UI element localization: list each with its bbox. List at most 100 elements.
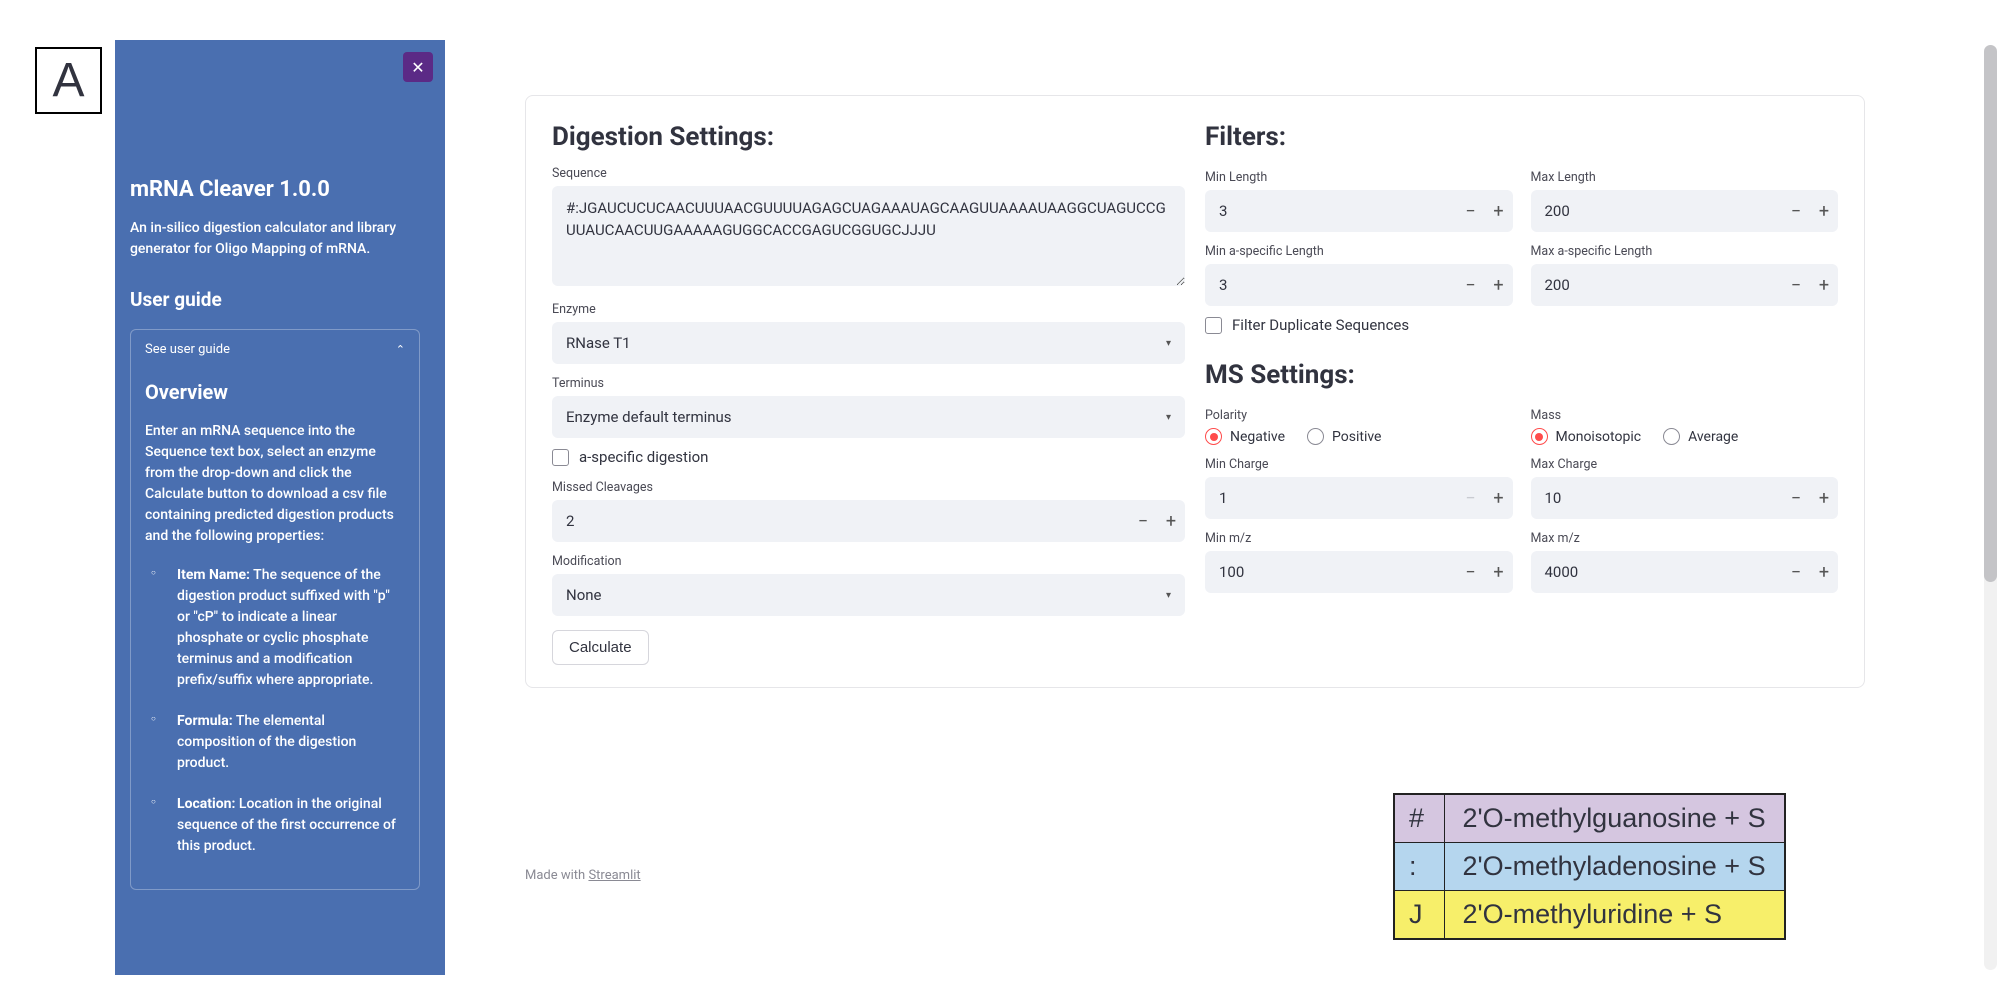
chevron-down-icon: ▾ [1166, 590, 1171, 601]
expander-label: See user guide [145, 342, 230, 357]
item-term: Item Name: [177, 567, 250, 583]
legend-symbol: : [1394, 843, 1444, 891]
plus-icon[interactable]: + [1157, 511, 1185, 532]
mass-mono-label: Monoisotopic [1556, 429, 1642, 445]
userguide-expander-toggle[interactable]: See user guide ⌃ [145, 342, 405, 357]
list-item: Formula: The elemental composition of th… [151, 711, 405, 774]
polarity-positive-radio[interactable]: Positive [1307, 428, 1381, 445]
sidebar-close-button[interactable]: ✕ [403, 52, 433, 82]
plus-icon[interactable]: + [1810, 488, 1838, 509]
min-aspecific-value: 3 [1205, 276, 1457, 294]
min-mz-stepper[interactable]: 100 − + [1205, 551, 1513, 593]
mass-mono-radio[interactable]: Monoisotopic [1531, 428, 1642, 445]
minus-icon[interactable]: − [1782, 201, 1810, 222]
plus-icon[interactable]: + [1485, 275, 1513, 296]
minus-icon: − [1457, 488, 1485, 509]
scrollbar-track[interactable] [1984, 45, 1997, 970]
minus-icon[interactable]: − [1782, 488, 1810, 509]
minus-icon[interactable]: − [1129, 511, 1157, 532]
digestion-heading: Digestion Settings: [552, 122, 1185, 152]
item-desc: The sequence of the digestion product su… [177, 567, 390, 688]
chevron-up-icon: ⌃ [396, 343, 405, 356]
filters-ms-column: Filters: Min Length 3 − + Max Length 200… [1205, 122, 1838, 665]
table-row: :2'O-methyladenosine + S [1394, 843, 1785, 891]
minus-icon[interactable]: − [1782, 275, 1810, 296]
max-aspecific-label: Max a-specific Length [1531, 244, 1839, 259]
max-aspecific-value: 200 [1531, 276, 1783, 294]
streamlit-link[interactable]: Streamlit [588, 868, 640, 883]
legend-text: 2'O-methylguanosine + S [1444, 794, 1785, 843]
radio-dot-icon [1663, 428, 1680, 445]
min-charge-label: Min Charge [1205, 457, 1513, 472]
table-row: J2'O-methyluridine + S [1394, 891, 1785, 940]
minus-icon[interactable]: − [1457, 562, 1485, 583]
legend-symbol: # [1394, 794, 1444, 843]
sequence-input[interactable] [552, 186, 1185, 286]
userguide-body: Overview Enter an mRNA sequence into the… [145, 377, 405, 857]
calculate-button[interactable]: Calculate [552, 630, 649, 665]
footer-text: Made with [525, 868, 588, 883]
legend-text: 2'O-methyluridine + S [1444, 891, 1785, 940]
app-subtitle: An in-silico digestion calculator and li… [130, 218, 420, 260]
max-length-stepper[interactable]: 200 − + [1531, 190, 1839, 232]
radio-dot-icon [1205, 428, 1222, 445]
polarity-negative-radio[interactable]: Negative [1205, 428, 1285, 445]
enzyme-select[interactable]: RNase T1 ▾ [552, 322, 1185, 364]
filter-duplicates-label: Filter Duplicate Sequences [1232, 316, 1409, 334]
enzyme-label: Enzyme [552, 302, 1185, 317]
legend-symbol: J [1394, 891, 1444, 940]
mass-avg-label: Average [1688, 429, 1738, 445]
plus-icon[interactable]: + [1810, 275, 1838, 296]
close-icon: ✕ [411, 58, 424, 77]
max-mz-label: Max m/z [1531, 531, 1839, 546]
mass-label: Mass [1531, 408, 1839, 423]
max-mz-value: 4000 [1531, 563, 1783, 581]
aspecific-label: a-specific digestion [579, 448, 708, 466]
max-mz-stepper[interactable]: 4000 − + [1531, 551, 1839, 593]
polarity-label: Polarity [1205, 408, 1513, 423]
chevron-down-icon: ▾ [1166, 338, 1171, 349]
terminus-select[interactable]: Enzyme default terminus ▾ [552, 396, 1185, 438]
plus-icon[interactable]: + [1485, 562, 1513, 583]
polarity-neg-label: Negative [1230, 429, 1285, 445]
overview-heading: Overview [145, 377, 405, 407]
plus-icon[interactable]: + [1810, 201, 1838, 222]
radio-dot-icon [1531, 428, 1548, 445]
missed-value: 2 [552, 512, 1129, 530]
terminus-label: Terminus [552, 376, 1185, 391]
filter-duplicates-checkbox[interactable] [1205, 317, 1222, 334]
legend-text: 2'O-methyladenosine + S [1444, 843, 1785, 891]
aspecific-checkbox[interactable] [552, 449, 569, 466]
item-term: Location: [177, 796, 235, 812]
scrollbar-thumb[interactable] [1984, 45, 1997, 582]
radio-dot-icon [1307, 428, 1324, 445]
max-length-label: Max Length [1531, 170, 1839, 185]
min-mz-label: Min m/z [1205, 531, 1513, 546]
plus-icon[interactable]: + [1810, 562, 1838, 583]
mass-avg-radio[interactable]: Average [1663, 428, 1738, 445]
plus-icon[interactable]: + [1485, 488, 1513, 509]
modification-select[interactable]: None ▾ [552, 574, 1185, 616]
min-charge-value: 1 [1205, 489, 1457, 507]
userguide-heading: User guide [130, 288, 420, 311]
top-whitespace [0, 0, 2000, 40]
panel-letter: A [35, 47, 102, 114]
plus-icon[interactable]: + [1485, 201, 1513, 222]
min-length-stepper[interactable]: 3 − + [1205, 190, 1513, 232]
max-aspecific-stepper[interactable]: 200 − + [1531, 264, 1839, 306]
min-aspecific-stepper[interactable]: 3 − + [1205, 264, 1513, 306]
max-charge-stepper[interactable]: 10 − + [1531, 477, 1839, 519]
minus-icon[interactable]: − [1457, 201, 1485, 222]
sequence-label: Sequence [552, 166, 1185, 181]
max-length-value: 200 [1531, 202, 1783, 220]
min-charge-stepper[interactable]: 1 − + [1205, 477, 1513, 519]
missed-stepper[interactable]: 2 − + [552, 500, 1185, 542]
item-term: Formula: [177, 713, 233, 729]
min-length-label: Min Length [1205, 170, 1513, 185]
minus-icon[interactable]: − [1457, 275, 1485, 296]
app-title: mRNA Cleaver 1.0.0 [130, 177, 420, 202]
minus-icon[interactable]: − [1782, 562, 1810, 583]
polarity-pos-label: Positive [1332, 429, 1381, 445]
filters-heading: Filters: [1205, 122, 1838, 152]
digestion-column: Digestion Settings: Sequence Enzyme RNas… [552, 122, 1185, 665]
